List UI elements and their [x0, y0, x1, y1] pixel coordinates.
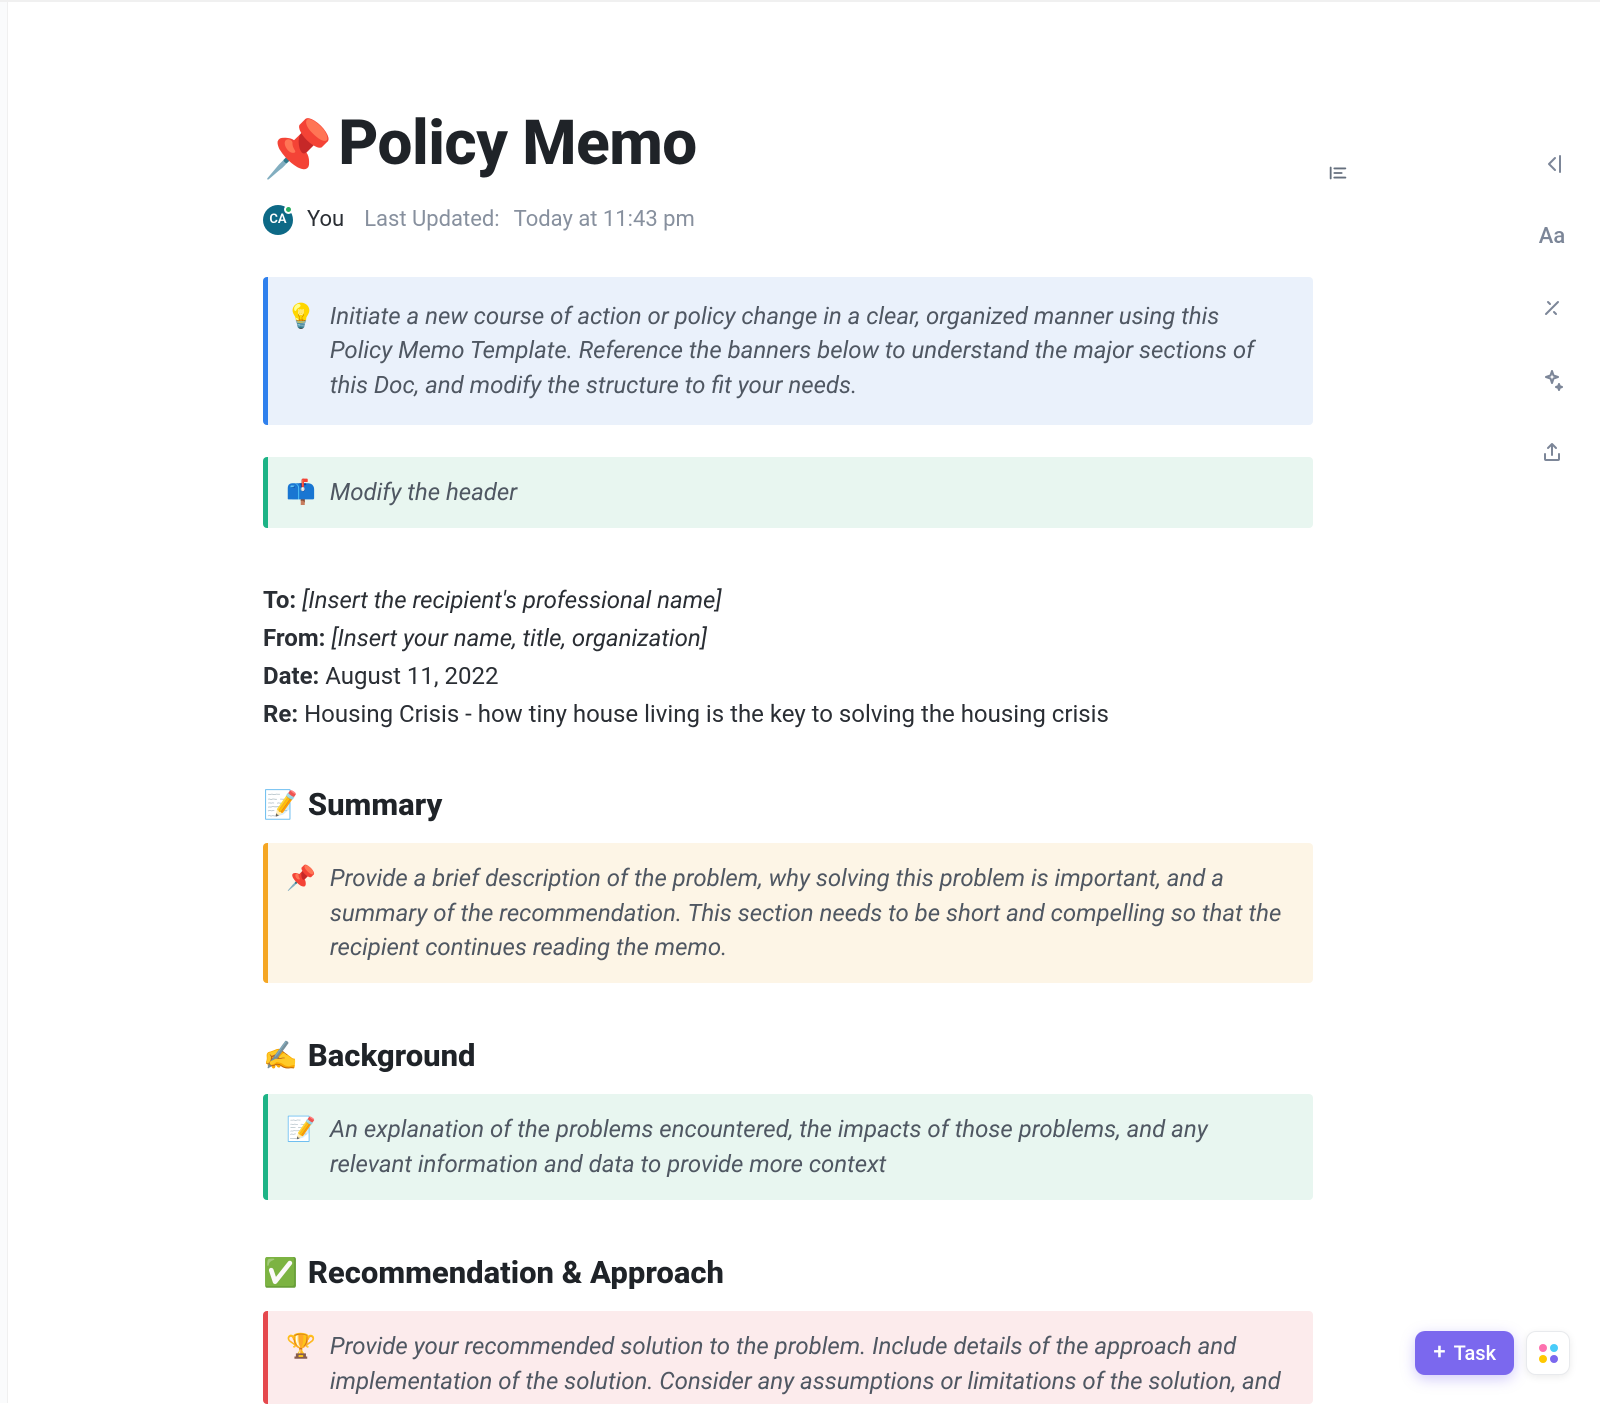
page-title[interactable]: 📌Policy Memo	[263, 110, 697, 181]
section-heading-background[interactable]: ✍️ Background	[263, 1037, 1353, 1074]
field-to[interactable]: To: [Insert the recipient's professional…	[263, 582, 1313, 618]
checkmark-icon: ✅	[263, 1256, 298, 1289]
typography-button[interactable]: Aa	[1538, 222, 1566, 250]
background-callout-text: An explanation of the problems encounter…	[330, 1112, 1285, 1182]
writing-hand-icon: ✍️	[263, 1039, 298, 1072]
intro-callout[interactable]: 💡 Initiate a new course of action or pol…	[263, 277, 1313, 425]
memo-icon: 📝	[286, 1112, 316, 1182]
page-title-text: Policy Memo	[338, 107, 697, 180]
sparkle-button[interactable]	[1538, 366, 1566, 394]
doc-meta-row: CA You Last Updated: Today at 11:43 pm	[263, 205, 1353, 235]
author-name[interactable]: You	[307, 207, 344, 232]
field-from[interactable]: From: [Insert your name, title, organiza…	[263, 620, 1313, 656]
task-button-label: Task	[1454, 1341, 1496, 1365]
summary-callout-text: Provide a brief description of the probl…	[330, 861, 1285, 965]
plus-icon: +	[1433, 1342, 1445, 1364]
pushpin-icon: 📌	[286, 861, 316, 965]
date-label: Date:	[263, 662, 319, 690]
summary-callout[interactable]: 📌 Provide a brief description of the pro…	[263, 843, 1313, 983]
background-title: Background	[308, 1037, 476, 1074]
avatar-initials: CA	[269, 212, 286, 227]
to-value: [Insert the recipient's professional nam…	[302, 586, 721, 614]
section-heading-recommendation[interactable]: ✅ Recommendation & Approach	[263, 1254, 1353, 1291]
field-date[interactable]: Date: August 11, 2022	[263, 658, 1313, 694]
apps-grid-icon	[1539, 1344, 1558, 1363]
summary-title: Summary	[308, 786, 442, 823]
re-label: Re:	[263, 700, 298, 728]
apps-button[interactable]	[1526, 1331, 1570, 1375]
document-body[interactable]: 📌Policy Memo CA You Last Updated: Today …	[8, 0, 1353, 1404]
memo-icon: 📝	[263, 788, 298, 821]
memo-header-fields[interactable]: To: [Insert the recipient's professional…	[263, 582, 1313, 732]
updated-value: Today at 11:43 pm	[514, 207, 695, 232]
pushpin-icon: 📌	[263, 116, 332, 182]
modify-header-text: Modify the header	[330, 475, 517, 510]
updated-label: Last Updated:	[364, 207, 499, 232]
outline-toggle-button[interactable]	[1323, 158, 1353, 188]
right-toolbar: Aa	[1538, 150, 1566, 466]
date-value: August 11, 2022	[325, 662, 498, 690]
intro-callout-text: Initiate a new course of action or polic…	[330, 299, 1285, 403]
background-callout[interactable]: 📝 An explanation of the problems encount…	[263, 1094, 1313, 1200]
avatar[interactable]: CA	[263, 205, 293, 235]
collapse-sidebar-button[interactable]	[1538, 150, 1566, 178]
lightbulb-icon: 💡	[286, 299, 316, 403]
to-label: To:	[263, 586, 296, 614]
field-re[interactable]: Re: Housing Crisis - how tiny house livi…	[263, 696, 1313, 732]
ai-button[interactable]	[1538, 294, 1566, 322]
trophy-icon: 🏆	[286, 1329, 316, 1399]
mailbox-icon: 📫	[286, 475, 316, 510]
recommendation-title: Recommendation & Approach	[308, 1254, 724, 1291]
new-task-button[interactable]: + Task	[1415, 1331, 1514, 1375]
left-rail	[0, 2, 8, 1403]
from-value: [Insert your name, title, organization]	[331, 624, 707, 652]
recommendation-callout[interactable]: 🏆 Provide your recommended solution to t…	[263, 1311, 1313, 1404]
presence-dot-icon	[284, 205, 293, 214]
re-value: Housing Crisis - how tiny house living i…	[304, 700, 1109, 728]
modify-header-callout[interactable]: 📫 Modify the header	[263, 457, 1313, 528]
from-label: From:	[263, 624, 325, 652]
recommendation-callout-text: Provide your recommended solution to the…	[330, 1329, 1285, 1399]
section-heading-summary[interactable]: 📝 Summary	[263, 786, 1353, 823]
share-button[interactable]	[1538, 438, 1566, 466]
